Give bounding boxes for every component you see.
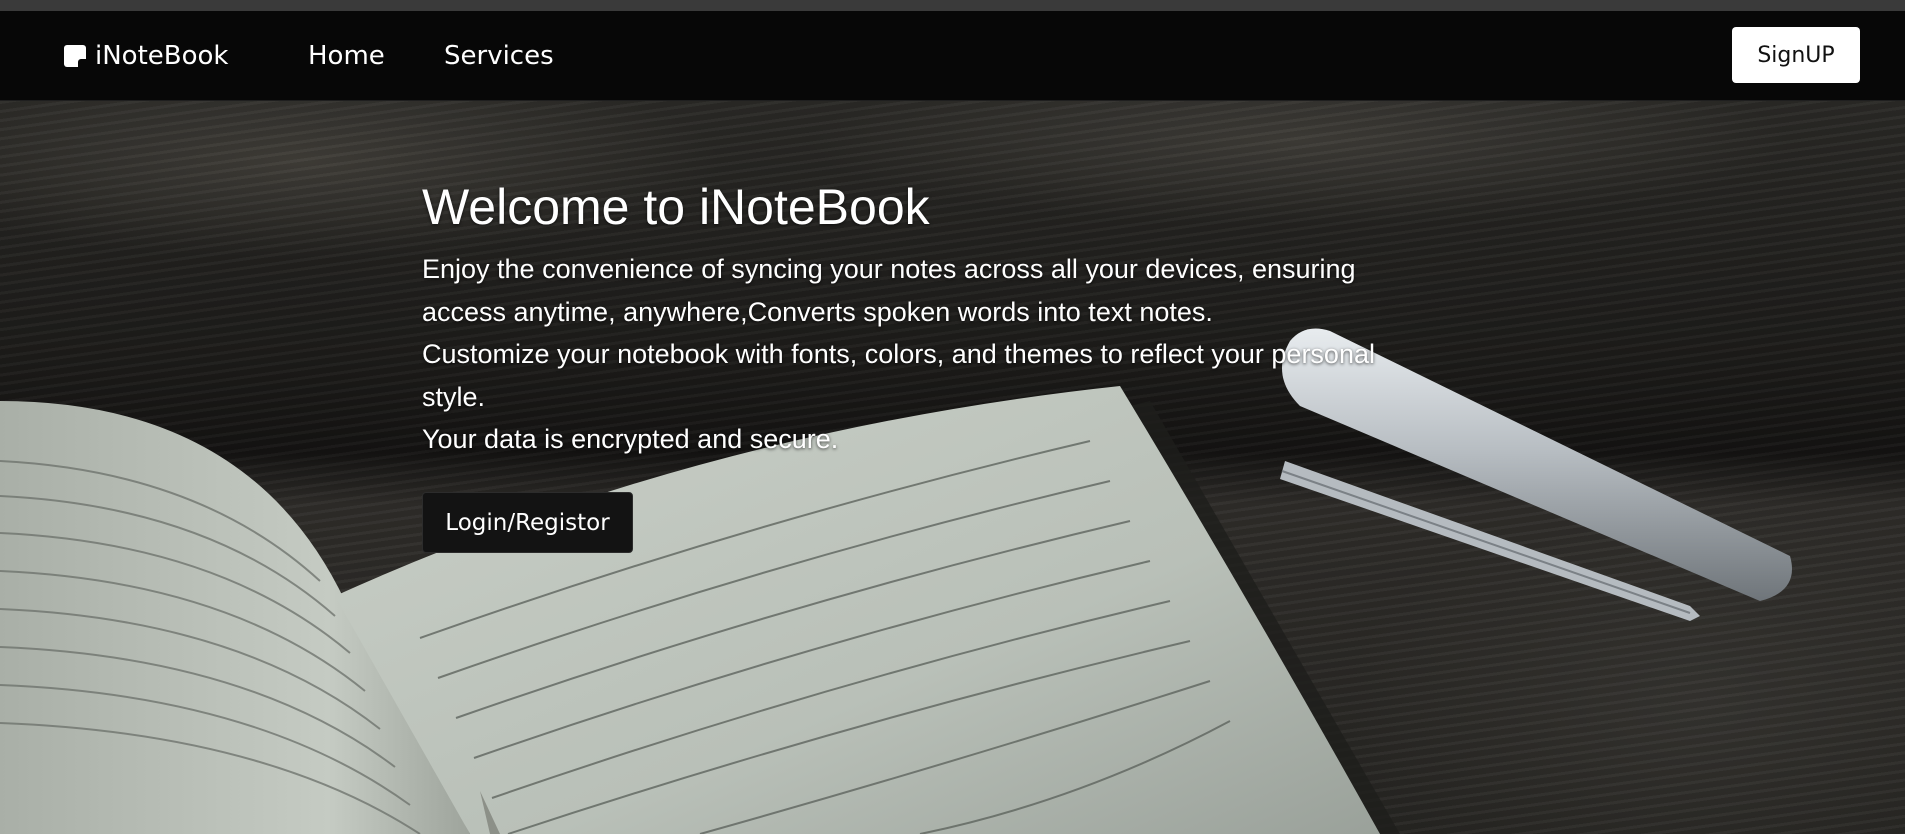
hero-paragraph: Customize your notebook with fonts, colo… (422, 339, 1375, 412)
signup-button[interactable]: SignUP (1732, 27, 1860, 83)
hero-description: Enjoy the convenience of syncing your no… (422, 248, 1442, 461)
hero-paragraph: Enjoy the convenience of syncing your no… (422, 254, 1356, 327)
login-register-button[interactable]: Login/Registor (422, 492, 633, 553)
brand-link[interactable]: iNoteBook (64, 11, 228, 100)
navbar: iNoteBook Home Services SignUP (0, 11, 1905, 101)
nav-link-services[interactable]: Services (444, 11, 554, 100)
hero-paragraph: Your data is encrypted and secure. (422, 424, 839, 454)
brand-name: iNoteBook (95, 40, 229, 71)
sticky-note-icon (64, 44, 86, 67)
nav-link-home[interactable]: Home (308, 11, 385, 100)
hero-title: Welcome to iNoteBook (422, 179, 930, 235)
hero-section: Welcome to iNoteBook Enjoy the convenien… (0, 101, 1905, 834)
hero-content: Welcome to iNoteBook Enjoy the convenien… (422, 178, 1442, 461)
browser-top-strip (0, 0, 1905, 11)
